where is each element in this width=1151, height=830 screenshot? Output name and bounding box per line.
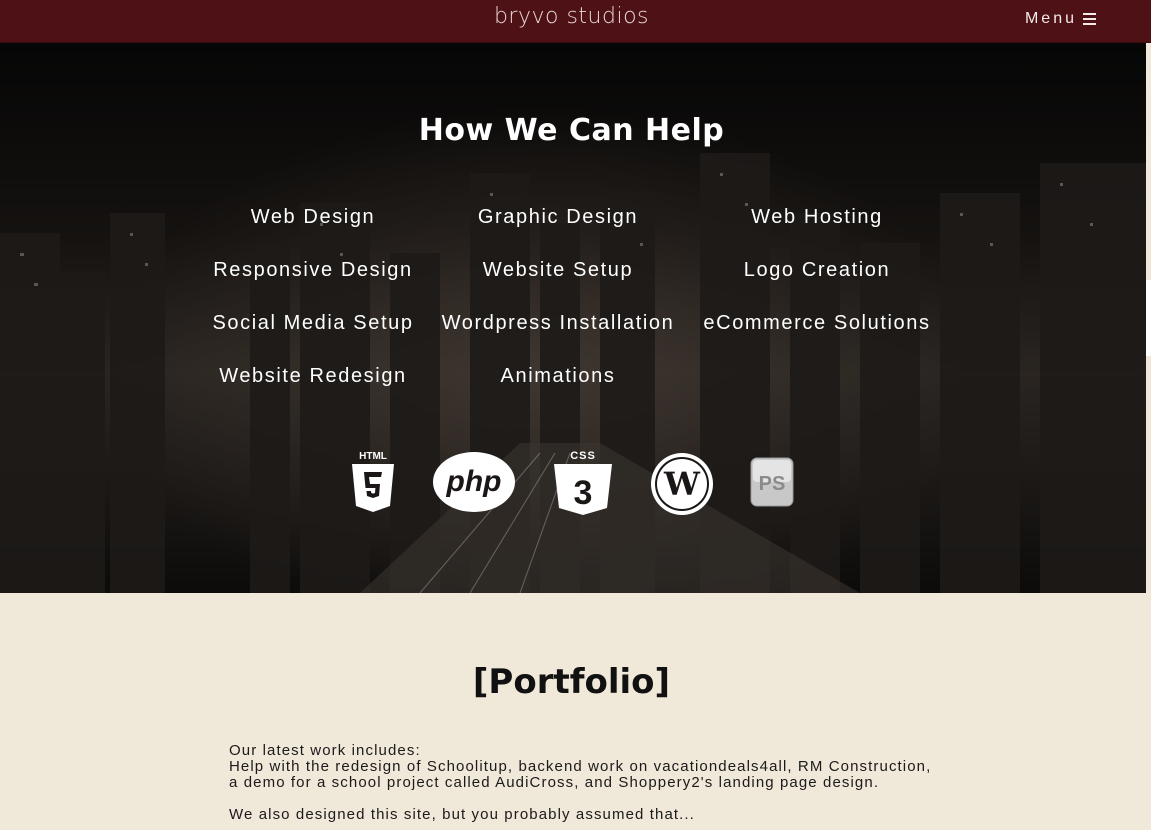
scrollbar-thumb[interactable] [1146, 280, 1151, 356]
service-web-hosting: Web Hosting [751, 206, 883, 228]
css3-icon: CSS 3 [554, 450, 612, 515]
service-ecommerce-solutions: eCommerce Solutions [703, 312, 931, 334]
menu-label: Menu [1024, 10, 1077, 27]
service-graphic-design: Graphic Design [477, 206, 639, 228]
portfolio-line-2: a demo for a school project called AudiC… [229, 774, 880, 791]
service-website-redesign: Website Redesign [219, 365, 407, 387]
service-responsive-design: Responsive Design [213, 259, 413, 281]
svg-text:3: 3 [574, 474, 593, 512]
portfolio-title: [Portfolio] [472, 662, 671, 702]
php-label: php [446, 465, 502, 498]
photoshop-icon: PS [750, 457, 794, 507]
hamburger-icon [1083, 13, 1096, 25]
css3-label: CSS [570, 450, 596, 462]
service-wordpress-installation: Wordpress Installation [441, 312, 675, 334]
wordpress-label: W [663, 465, 701, 503]
service-social-media-setup: Social Media Setup [212, 312, 414, 334]
scrollbar-track[interactable] [1146, 43, 1151, 830]
portfolio-line-3: We also designed this site, but you prob… [229, 806, 695, 823]
services-section: How We Can Help Web Design Graphic Desig… [0, 43, 1146, 593]
wordpress-icon: W [651, 453, 713, 515]
services-title: How We Can Help [418, 113, 725, 148]
service-web-design: Web Design [250, 206, 376, 228]
php-icon: php [433, 452, 515, 512]
html5-icon: HTML [352, 451, 394, 512]
portfolio-line-1: Help with the redesign of Schoolitup, ba… [229, 758, 932, 775]
service-logo-creation: Logo Creation [743, 259, 891, 281]
top-navbar: bryvo studios Menu [0, 0, 1151, 43]
menu-button[interactable]: Menu [1025, 10, 1096, 28]
html5-label: HTML [359, 451, 387, 462]
brand-logo[interactable]: bryvo studios [0, 4, 1143, 29]
photoshop-label: PS [759, 473, 786, 495]
portfolio-intro: Our latest work includes: [229, 742, 421, 759]
service-website-setup: Website Setup [482, 259, 634, 281]
service-animations: Animations [500, 365, 616, 387]
